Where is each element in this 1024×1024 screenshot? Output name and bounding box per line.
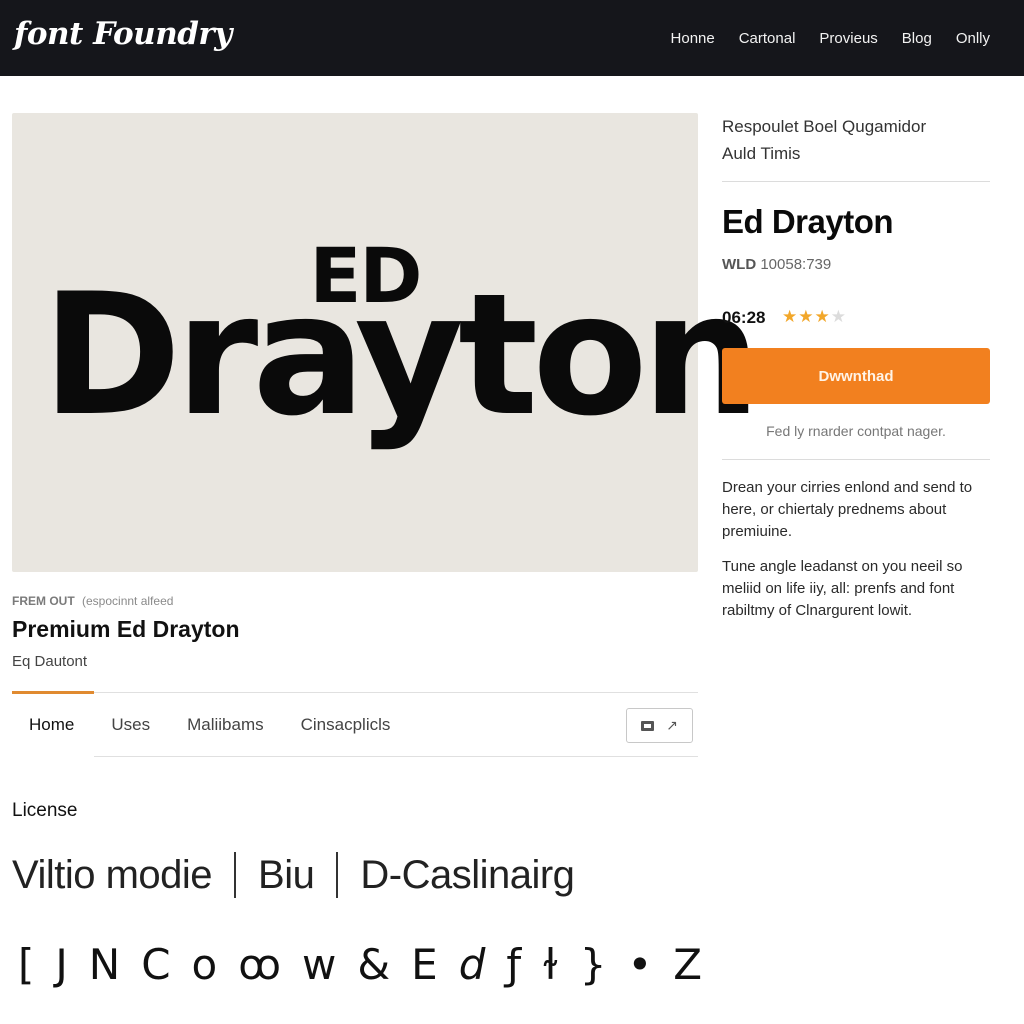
glyph-sample-row: [ J N C o ꝏ w & E d ƒ ɫ } • Z xyxy=(18,940,702,989)
sidebar-font-code: WLD 10058:739 xyxy=(722,256,831,273)
glyph-sample: C xyxy=(141,940,171,989)
nav-item-provieus[interactable]: Provieus xyxy=(819,30,877,47)
glyph-sample: & xyxy=(357,940,391,989)
license-label: License xyxy=(12,800,78,821)
glyph-sample: J xyxy=(55,940,68,989)
tabs-divider-top xyxy=(12,692,698,693)
star-rating: ★★★★ xyxy=(782,307,847,327)
glyph-sample: } xyxy=(579,940,607,989)
font-title: Premium Ed Drayton xyxy=(12,616,240,642)
license-option-1[interactable]: Viltio modie xyxy=(12,853,213,898)
sidebar-header-line-1: Respoulet Boel Qugamidor xyxy=(722,117,927,136)
sidebar-header-text: Respoulet Boel Qugamidor Auld Timis xyxy=(722,113,926,167)
tabs-divider-bottom xyxy=(94,756,698,757)
star-icon: ★ xyxy=(830,307,847,326)
sidebar-header-line-2: Auld Timis xyxy=(722,144,801,163)
license-separator xyxy=(234,852,237,898)
glyph-sample: w xyxy=(302,940,337,989)
site-logo[interactable]: font Foundry xyxy=(14,16,232,52)
tab-bar: Home Uses Maliibams Cinsacplicls xyxy=(12,694,427,756)
main-nav: Honne Cartonal Provieus Blog Onlly xyxy=(647,0,990,76)
glyph-sample: ꝏ xyxy=(238,940,282,989)
glyph-sample: Z xyxy=(673,940,703,989)
preview-large-text: Drayton xyxy=(42,257,761,453)
code-prefix: WLD xyxy=(722,256,757,273)
license-separator xyxy=(336,852,339,898)
nav-item-home[interactable]: Honne xyxy=(671,30,715,47)
glyph-sample: • xyxy=(627,940,653,989)
nav-item-onlly[interactable]: Onlly xyxy=(956,30,990,47)
tab-uses[interactable]: Uses xyxy=(111,715,150,735)
category-bold: FREM OUT xyxy=(12,594,75,608)
glyph-sample: [ xyxy=(18,940,35,989)
glyph-sample: d xyxy=(458,940,486,989)
sidebar-time: 06:28 xyxy=(722,308,766,327)
tab-maliibams[interactable]: Maliibams xyxy=(187,715,264,735)
tab-home[interactable]: Home xyxy=(29,715,74,735)
license-options: Viltio modie Biu D-Caslinairg xyxy=(12,852,575,898)
license-option-2[interactable]: Biu xyxy=(258,853,315,898)
category-rest: (espocinnt alfeed xyxy=(82,594,174,608)
star-icon: ★ xyxy=(798,307,815,326)
sidebar-divider xyxy=(722,459,990,460)
nav-item-blog[interactable]: Blog xyxy=(902,30,932,47)
font-category-label: FREM OUT (espocinnt alfeed xyxy=(12,594,173,608)
image-icon[interactable] xyxy=(641,720,655,731)
code-number: 10058:739 xyxy=(760,256,832,273)
tab-tools-button-group[interactable]: ↗ xyxy=(626,708,693,743)
glyph-sample: E xyxy=(411,940,438,989)
font-subtitle: Eq Dautont xyxy=(12,653,88,670)
sidebar-divider xyxy=(722,181,990,182)
download-note: Fed ly rnarder contpat nager. xyxy=(766,423,946,439)
download-button[interactable]: Dwwnthad xyxy=(722,348,990,404)
top-navbar: font Foundry Honne Cartonal Provieus Blo… xyxy=(0,0,1024,76)
glyph-sample: o xyxy=(191,940,218,989)
sidebar-description-1: Drean your cirries enlond and send to he… xyxy=(722,479,973,540)
font-preview-image: ED Drayton xyxy=(12,113,761,572)
glyph-sample: ƒ xyxy=(506,940,522,989)
nav-item-cartonal[interactable]: Cartonal xyxy=(739,30,796,47)
star-icon: ★ xyxy=(782,307,799,326)
sidebar-description-2: Tune angle leadanst on you neeil so meli… xyxy=(722,558,963,619)
sidebar-font-title: Ed Drayton xyxy=(722,203,894,240)
glyph-sample: ɫ xyxy=(542,940,559,989)
tab-cinsacplicls[interactable]: Cinsacplicls xyxy=(301,715,391,735)
glyph-sample: N xyxy=(88,940,121,989)
star-icon: ★ xyxy=(814,307,831,326)
share-icon[interactable]: ↗ xyxy=(666,717,678,734)
license-option-3[interactable]: D-Caslinairg xyxy=(360,853,575,898)
